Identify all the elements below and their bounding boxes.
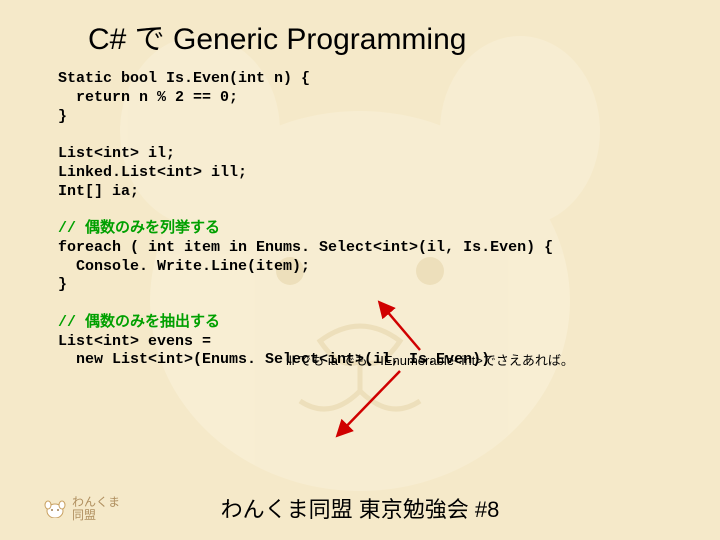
logo-line: わんくま	[72, 496, 120, 509]
code-line: Console. Write.Line(item);	[58, 258, 310, 275]
footer-title: わんくま同盟 東京勉強会 #8	[221, 492, 500, 524]
code-line: Linked.List<int> ill;	[58, 164, 247, 181]
code-block-1: Static bool Is.Even(int n) { return n % …	[58, 70, 680, 370]
code-line: }	[58, 276, 67, 293]
logo-text: わんくま 同盟	[72, 496, 120, 522]
code-line: }	[58, 108, 67, 125]
code-line: Int[] ia;	[58, 183, 139, 200]
footer: わんくま 同盟 わんくま同盟 東京勉強会 #8	[0, 490, 720, 528]
code-line: List<int> il;	[58, 145, 175, 162]
code-line: List<int> evens =	[58, 333, 211, 350]
code-comment: // 偶数のみを列挙する	[58, 220, 220, 237]
slide: C# で Generic Programming Static bool Is.…	[0, 0, 720, 540]
logo-line: 同盟	[72, 509, 120, 522]
code-comment: // 偶数のみを抽出する	[58, 314, 220, 331]
code-line: foreach ( int item in Enums. Select<int>…	[58, 239, 553, 256]
mascot-icon	[44, 500, 66, 518]
page-title: C# で Generic Programming	[88, 14, 680, 58]
content-area: C# で Generic Programming Static bool Is.…	[48, 8, 680, 480]
code-line: return n % 2 == 0;	[58, 89, 238, 106]
annotation-text: ill でも ia でも、IEnumerable<int>でさえあれば。	[286, 350, 574, 369]
logo: わんくま 同盟	[44, 496, 120, 522]
code-line: Static bool Is.Even(int n) {	[58, 70, 310, 87]
